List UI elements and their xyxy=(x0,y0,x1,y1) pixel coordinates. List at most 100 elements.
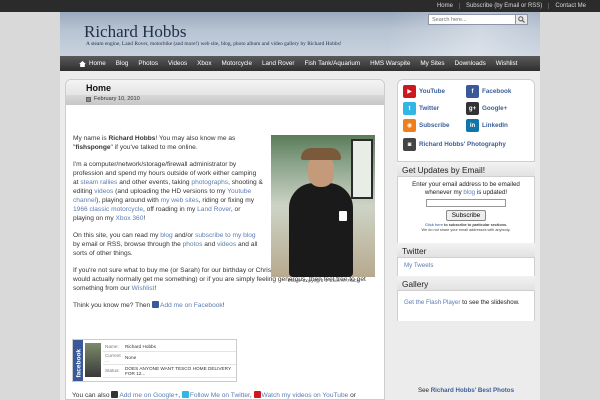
top-link-subscribe[interactable]: Subscribe (by Email or RSS) xyxy=(458,3,548,9)
text: On this site, you can read my xyxy=(73,232,161,239)
link-classic-motorcycle[interactable]: 1966 classic motorcycle xyxy=(73,206,143,213)
youtube-icon: ▶ xyxy=(403,85,416,98)
link-my-tweets[interactable]: My Tweets xyxy=(404,262,433,269)
nav-item-my-sites[interactable]: My Sites xyxy=(415,60,449,67)
social-label: LinkedIn xyxy=(482,122,508,129)
text: (and uploading the HD versions to my xyxy=(113,188,228,195)
site-title[interactable]: Richard Hobbs xyxy=(84,22,186,42)
facebook-badge-table: Name: Richard Hobbs Current ... None Statu… xyxy=(103,342,236,378)
social-google-plus[interactable]: g+ Google+ xyxy=(466,102,507,115)
badge-value: DOES ANYONE WANT TESCO HOME DELIVERY FOR… xyxy=(123,364,236,378)
link-click-here[interactable]: Click here xyxy=(425,223,443,227)
link-add-facebook[interactable]: Add me on Facebook xyxy=(160,302,223,309)
search-button[interactable] xyxy=(516,14,528,25)
link-google-plus[interactable]: Add me on Google+ xyxy=(119,392,178,399)
photo-image xyxy=(271,135,375,277)
social-twitter[interactable]: t Twitter xyxy=(403,102,439,115)
text: , off roading in my xyxy=(143,206,198,213)
facebook-badge[interactable]: facebook Name: Richard Hobbs Current ... N… xyxy=(72,339,237,382)
social-youtube[interactable]: ▶ YouTube xyxy=(403,85,445,98)
text: See xyxy=(417,387,431,394)
youtube-icon xyxy=(253,391,261,398)
social-label: Subscribe xyxy=(419,122,450,129)
subscribe-button[interactable]: Subscribe xyxy=(445,210,487,221)
nav-item-downloads[interactable]: Downloads xyxy=(450,60,491,67)
social-photography[interactable]: ◙ Richard Hobbs' Photography xyxy=(403,138,506,151)
search-input[interactable] xyxy=(428,14,516,25)
about-paragraph: I'm a computer/network/storage/firewall … xyxy=(73,160,263,223)
twitter-icon xyxy=(181,391,189,398)
social-subscribe[interactable]: ◉ Subscribe xyxy=(403,119,449,132)
facebook-paragraph: Think you know me? Then Add me on Facebo… xyxy=(73,301,383,310)
post-title: Home xyxy=(86,83,112,93)
link-videos-2[interactable]: videos xyxy=(217,241,236,248)
text: ), playing around with xyxy=(96,197,161,204)
post-text-column: My name is Richard Hobbs! You may also k… xyxy=(73,134,263,258)
facebook-icon xyxy=(152,301,160,308)
top-link-home[interactable]: Home xyxy=(431,3,459,9)
link-email-blog[interactable]: blog xyxy=(463,189,475,196)
linkedin-icon: in xyxy=(466,119,479,132)
social-linkedin[interactable]: in LinkedIn xyxy=(466,119,508,132)
link-subscribe-blog[interactable]: subscribe to my blog xyxy=(195,232,255,239)
link-twitter[interactable]: Follow Me on Twitter xyxy=(190,392,250,399)
nav-item-motorcycle[interactable]: Motorcycle xyxy=(217,60,257,67)
text: and/or xyxy=(172,232,196,239)
social-label: Facebook xyxy=(482,88,512,95)
social-facebook[interactable]: f Facebook xyxy=(466,85,511,98)
link-flash-player[interactable]: Get the Flash Player xyxy=(404,299,460,306)
link-steam-rallies[interactable]: steam rallies xyxy=(80,179,117,186)
text: My name is xyxy=(73,135,109,142)
social-label: Richard Hobbs' Photography xyxy=(419,141,506,148)
rss-icon: ◉ xyxy=(403,119,416,132)
post-header: Home February 10, 2010 xyxy=(66,80,384,105)
text: You can also xyxy=(72,392,112,399)
link-photographs[interactable]: photographs xyxy=(191,179,228,186)
profile-photo: Image Copyright © Clive R. Flack xyxy=(271,135,376,287)
site-header: Richard Hobbs A steam engine, Land Rover… xyxy=(60,12,540,56)
nav-item-wishlist[interactable]: Wishlist xyxy=(491,60,523,67)
badge-key: Current ... xyxy=(103,351,123,365)
link-youtube[interactable]: Watch my videos on YouTube xyxy=(262,392,349,399)
badge-value: None xyxy=(123,351,236,365)
text: ! xyxy=(154,285,157,292)
link-videos[interactable]: videos xyxy=(94,188,113,195)
nav-item-land-rover[interactable]: Land Rover xyxy=(257,60,300,67)
photo-person xyxy=(289,183,353,277)
post-meta-bar: February 10, 2010 xyxy=(66,95,384,105)
email-widget: Enter your email address to be emailed w… xyxy=(397,177,535,243)
calendar-icon xyxy=(86,96,91,102)
link-photos[interactable]: photos xyxy=(183,241,203,248)
link-my-web-sites[interactable]: my web sites xyxy=(161,197,199,204)
nav-item-hms-warspite[interactable]: HMS Warspite xyxy=(365,60,415,67)
text: , riding or fixing my xyxy=(198,197,255,204)
text: to subscribe to particular sections. xyxy=(443,223,508,227)
nav-item-photos[interactable]: Photos xyxy=(133,60,163,67)
nav-item-home[interactable]: Home xyxy=(74,60,111,67)
facebook-profile-pic xyxy=(85,343,101,377)
nav-item-blog[interactable]: Blog xyxy=(111,60,134,67)
link-blog[interactable]: blog xyxy=(160,232,172,239)
top-links: Home Subscribe (by Email or RSS) Contact… xyxy=(431,0,592,12)
gallery-widget: Get the Flash Player to see the slidesho… xyxy=(397,291,535,321)
nav-item-xbox[interactable]: Xbox xyxy=(192,60,216,67)
social-label: Google+ xyxy=(482,105,508,112)
text: to see the slideshow. xyxy=(460,299,520,306)
nav-item-fish-tank[interactable]: Fish Tank/Aquarium xyxy=(300,60,366,67)
social-label: Twitter xyxy=(419,105,440,112)
link-wishlist[interactable]: Wishlist xyxy=(132,285,155,292)
twitter-widget: My Tweets xyxy=(397,258,535,276)
post-date: February 10, 2010 xyxy=(86,96,140,102)
social-links-line: You can also Add me on Google+, Follow M… xyxy=(72,391,382,399)
link-xbox[interactable]: Xbox 360 xyxy=(116,215,144,222)
nav-item-videos[interactable]: Videos xyxy=(163,60,192,67)
link-best-photos[interactable]: Richard Hobbs' Best Photos xyxy=(431,387,514,394)
google-plus-icon: g+ xyxy=(466,102,479,115)
site-tagline: A steam engine, Land Rover, motorbike (a… xyxy=(86,41,342,47)
top-link-contact[interactable]: Contact Me xyxy=(548,3,592,9)
link-land-rover[interactable]: Land Rover xyxy=(197,206,231,213)
main-area: Home February 10, 2010 My name is Richar… xyxy=(60,71,540,400)
twitter-icon: t xyxy=(403,102,416,115)
table-row: Current ... None xyxy=(103,351,236,365)
email-field[interactable] xyxy=(426,199,506,207)
